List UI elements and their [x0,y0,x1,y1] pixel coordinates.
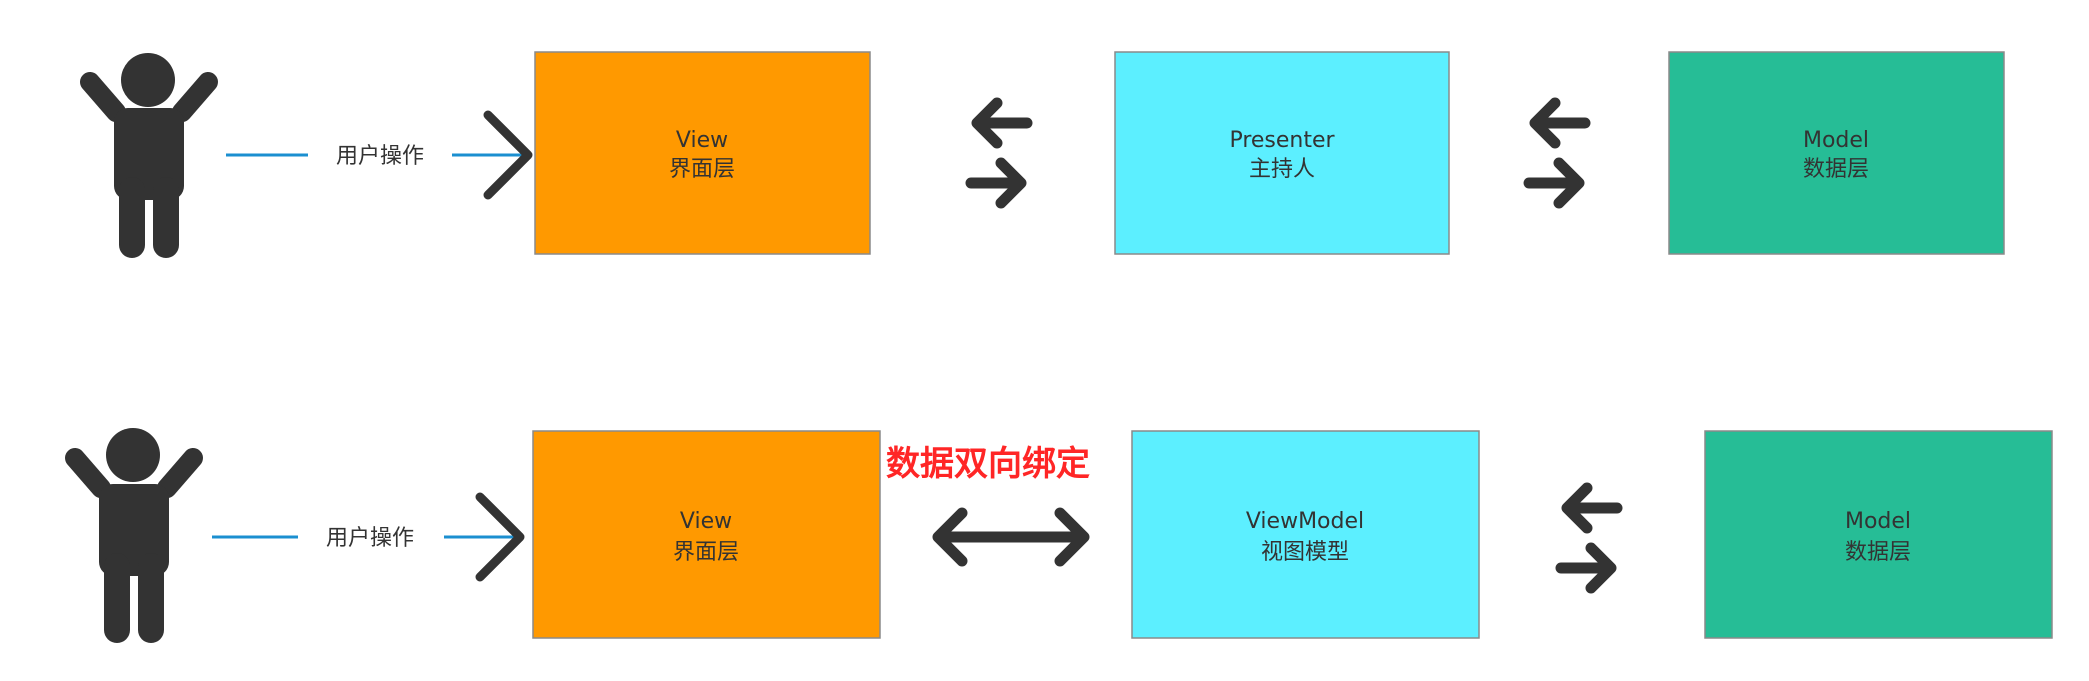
viewmodel-box: ViewModel 视图模型 [1131,430,1480,639]
mvp-row: 用户操作 View 界面层 Presenter 主持人 Model 数据层 [80,51,2005,258]
view-subtitle: 界面层 [669,157,735,182]
user-figure-icon [65,428,203,643]
double-headed-arrow-icon [932,507,1090,567]
view-box: View 界面层 [534,51,871,255]
binding-label: 数据双向绑定 [886,444,1090,484]
view-box: View 界面层 [532,430,881,639]
action-label: 用户操作 [336,144,424,169]
exchange-arrows-icon [965,97,1033,209]
architecture-diagram: 用户操作 View 界面层 Presenter 主持人 Model 数据层 用户… [65,51,2053,643]
mvvm-row: 用户操作 View 界面层 数据双向绑定 ViewModel 视图模型 Mode… [65,428,2053,643]
user-figure-icon [80,53,218,258]
presenter-subtitle: 主持人 [1249,157,1315,182]
view-title: View [676,128,728,153]
model-title: Model [1845,509,1911,534]
model-box: Model 数据层 [1668,51,2005,255]
viewmodel-subtitle: 视图模型 [1261,540,1349,565]
viewmodel-title: ViewModel [1246,509,1364,534]
view-subtitle: 界面层 [673,540,739,565]
exchange-arrows-icon [1555,482,1623,594]
model-subtitle: 数据层 [1803,157,1869,182]
action-label: 用户操作 [326,526,414,551]
presenter-title: Presenter [1229,128,1335,153]
model-box: Model 数据层 [1704,430,2053,639]
exchange-arrows-icon [1523,97,1591,209]
model-title: Model [1803,128,1869,153]
presenter-box: Presenter 主持人 [1114,51,1450,255]
view-title: View [680,509,732,534]
model-subtitle: 数据层 [1845,540,1911,565]
